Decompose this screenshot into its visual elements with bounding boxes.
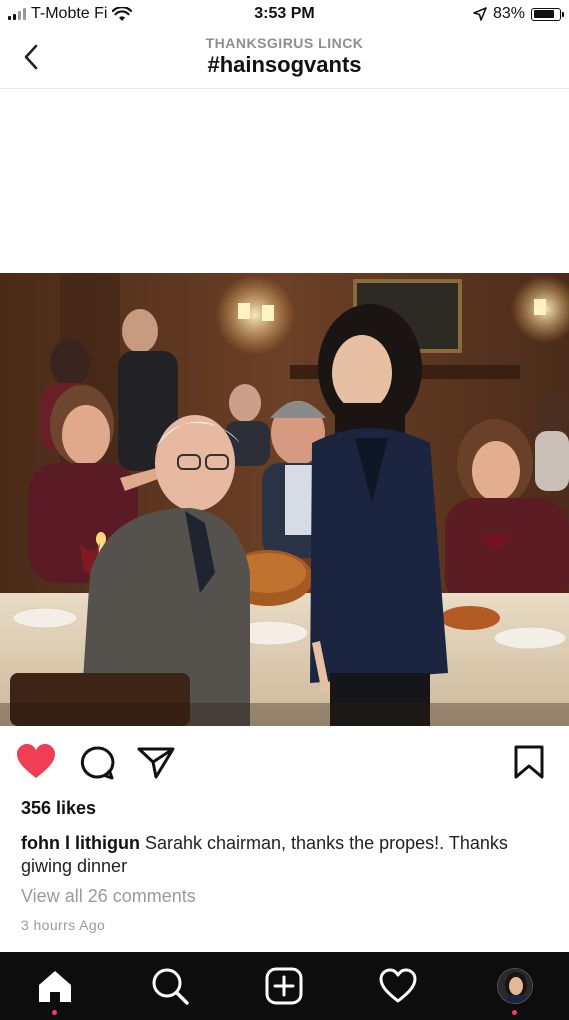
- likes-count[interactable]: 356 likes: [21, 798, 96, 819]
- header-title: #hainsogvants: [207, 52, 362, 77]
- header-subtitle: THANKSGIRUS LINCK: [205, 35, 364, 51]
- home-active-dot: [52, 1010, 57, 1015]
- bookmark-icon[interactable]: [513, 745, 545, 779]
- dinner-scene-illustration: [0, 273, 569, 726]
- share-send-icon[interactable]: [137, 746, 175, 780]
- post-timestamp: 3 hourrs Ago: [21, 917, 106, 933]
- battery-icon: [531, 7, 564, 21]
- location-arrow-icon: [473, 7, 487, 21]
- heart-icon[interactable]: [378, 966, 418, 1006]
- add-post-icon[interactable]: [264, 966, 304, 1006]
- view-comments-link[interactable]: View all 26 comments: [21, 886, 196, 907]
- battery-percent: 83%: [492, 5, 525, 22]
- home-icon[interactable]: [35, 966, 75, 1006]
- comment-icon[interactable]: [78, 745, 116, 781]
- post-header: THANKSGIRUS LINCK #hainsogvants: [0, 30, 569, 89]
- avatar-image: [498, 969, 532, 1003]
- post-image[interactable]: [0, 273, 569, 726]
- profile-avatar[interactable]: [497, 968, 533, 1004]
- bottom-nav: [0, 952, 569, 1020]
- profile-active-dot: [512, 1010, 517, 1015]
- post-caption: fohn l lithigun Sarahk chairman, thanks …: [21, 832, 551, 878]
- status-right: 83%: [473, 5, 564, 23]
- caption-username[interactable]: fohn l lithigun: [21, 833, 140, 853]
- like-heart-icon[interactable]: [16, 744, 56, 780]
- search-icon[interactable]: [150, 966, 190, 1006]
- status-bar: T-Mobte Fi 3:53 PM 83%: [0, 0, 569, 30]
